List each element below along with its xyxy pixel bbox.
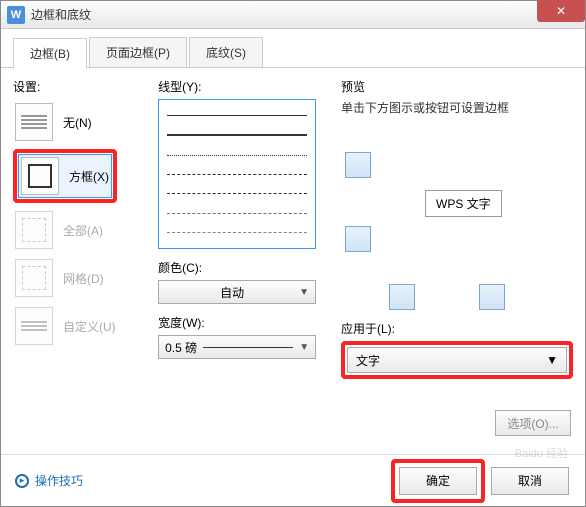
tab-page-border[interactable]: 页面边框(P) — [89, 37, 187, 67]
apply-row: 应用于(L): 文字 ▼ — [341, 320, 573, 379]
line-column: 线型(Y): 颜色(C): 自动 ▼ 宽度(W): 0.5 磅 ▼ — [158, 78, 327, 454]
width-value: 0.5 磅 — [165, 339, 197, 356]
setting-box[interactable]: 方框(X) — [19, 155, 111, 197]
highlight-box-setting: 方框(X) — [13, 149, 117, 203]
setting-label: 自定义(U) — [63, 318, 116, 335]
border-right-button[interactable] — [479, 284, 505, 310]
linetype-label: 线型(Y): — [158, 78, 327, 95]
border-left-button[interactable] — [389, 284, 415, 310]
setting-custom[interactable]: 自定义(U) — [13, 305, 152, 347]
tab-label: 边框(B) — [30, 47, 70, 61]
color-combo[interactable]: 自动 ▼ — [158, 280, 316, 304]
setting-grid[interactable]: 网格(D) — [13, 257, 152, 299]
options-button: 选项(O)... — [495, 410, 571, 436]
setting-label: 无(N) — [63, 114, 92, 131]
setting-none[interactable]: 无(N) — [13, 101, 152, 143]
settings-label: 设置: — [13, 78, 152, 95]
tab-label: 底纹(S) — [206, 46, 246, 60]
dialog-footer: ▸ 操作技巧 确定 取消 — [1, 454, 585, 506]
dialog-body: 设置: 无(N) 方框(X) 全部(A) 网格(D) — [1, 68, 585, 454]
app-icon: W — [7, 6, 25, 24]
box-icon — [21, 157, 59, 195]
tab-label: 页面边框(P) — [106, 46, 170, 60]
ok-label: 确定 — [426, 472, 450, 489]
cancel-button[interactable]: 取消 — [491, 467, 569, 495]
width-combo[interactable]: 0.5 磅 ▼ — [158, 335, 316, 359]
title-bar: W 边框和底纹 ✕ — [1, 1, 585, 29]
preview-sample: WPS 文字 — [425, 190, 502, 217]
grid-icon — [15, 259, 53, 297]
highlight-apply: 文字 ▼ — [341, 341, 573, 379]
tips-label: 操作技巧 — [35, 472, 83, 489]
none-icon — [15, 103, 53, 141]
close-button[interactable]: ✕ — [537, 0, 585, 22]
chevron-down-icon: ▼ — [299, 342, 309, 353]
tab-shading[interactable]: 底纹(S) — [189, 37, 263, 67]
highlight-ok: 确定 — [391, 459, 485, 503]
window-title: 边框和底纹 — [31, 6, 91, 23]
play-icon: ▸ — [15, 474, 29, 488]
tab-strip: 边框(B) 页面边框(P) 底纹(S) — [1, 29, 585, 68]
chevron-down-icon: ▼ — [299, 287, 309, 298]
apply-label: 应用于(L): — [341, 320, 573, 337]
width-label: 宽度(W): — [158, 314, 327, 331]
dialog-window: W 边框和底纹 ✕ 边框(B) 页面边框(P) 底纹(S) 设置: 无(N) 方… — [0, 0, 586, 507]
settings-column: 设置: 无(N) 方框(X) 全部(A) 网格(D) — [13, 78, 152, 454]
apply-combo[interactable]: 文字 ▼ — [347, 347, 567, 373]
cancel-label: 取消 — [518, 472, 542, 489]
preview-column: 预览 单击下方图示或按钮可设置边框 WPS 文字 应用于(L): 文字 ▼ — [341, 78, 573, 454]
linetype-list[interactable] — [158, 99, 316, 249]
apply-value: 文字 — [356, 352, 380, 369]
border-bottom-button[interactable] — [345, 226, 371, 252]
close-icon: ✕ — [556, 4, 566, 18]
color-label: 颜色(C): — [158, 259, 327, 276]
preview-hint: 单击下方图示或按钮可设置边框 — [341, 99, 573, 116]
setting-label: 全部(A) — [63, 222, 103, 239]
setting-label: 方框(X) — [69, 168, 109, 185]
setting-label: 网格(D) — [63, 270, 104, 287]
color-value: 自动 — [220, 284, 244, 301]
preview-area: WPS 文字 — [341, 134, 573, 314]
setting-all[interactable]: 全部(A) — [13, 209, 152, 251]
ok-button[interactable]: 确定 — [399, 467, 477, 495]
tab-border[interactable]: 边框(B) — [13, 38, 87, 68]
border-top-button[interactable] — [345, 152, 371, 178]
all-icon — [15, 211, 53, 249]
options-label: 选项(O)... — [507, 415, 558, 432]
custom-icon — [15, 307, 53, 345]
tips-link[interactable]: ▸ 操作技巧 — [15, 472, 83, 489]
preview-label: 预览 — [341, 78, 573, 95]
chevron-down-icon: ▼ — [546, 353, 558, 367]
